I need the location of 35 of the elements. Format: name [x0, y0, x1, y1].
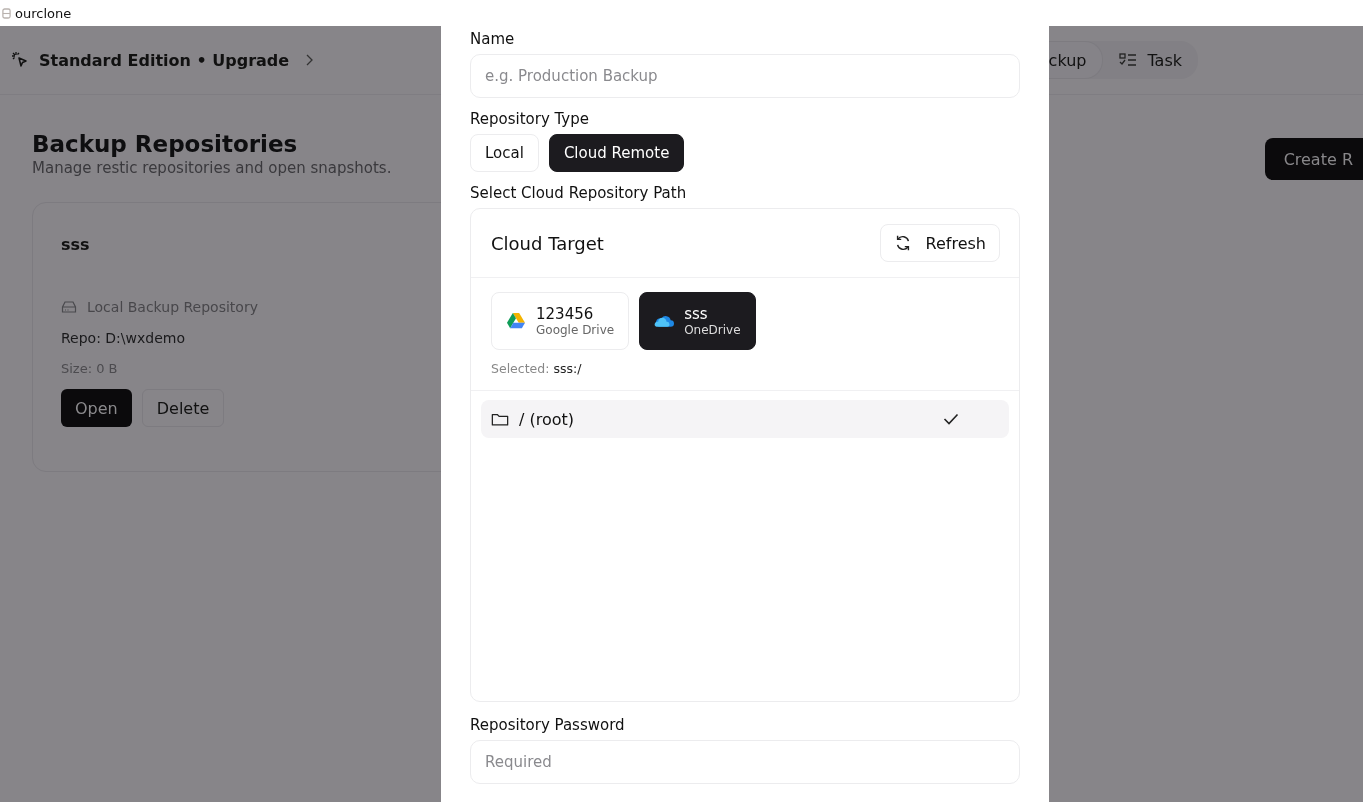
- selected-label: Selected:: [491, 361, 550, 376]
- app-icon: [2, 7, 11, 19]
- page-title: Backup Repositories: [32, 131, 299, 157]
- chevron-right-icon: [305, 54, 314, 66]
- repository-type: Local Backup Repository: [87, 299, 258, 315]
- nav-tab[interactable]: Task: [1103, 42, 1198, 78]
- repository-type-option[interactable]: Local: [470, 134, 539, 172]
- window-title: ourclone: [15, 5, 72, 21]
- field-label: Repository Password: [470, 716, 626, 734]
- page-subtitle: Manage restic repositories and open snapshots.: [32, 159, 392, 177]
- storage-account-card[interactable]: 123456 Google Drive: [491, 292, 630, 350]
- task-list-icon: [1119, 53, 1138, 67]
- checkmark-icon: [943, 413, 959, 425]
- refresh-button[interactable]: Refresh: [879, 224, 1000, 262]
- field-label: Repository Type: [470, 110, 590, 128]
- hard-drive-icon: [61, 300, 77, 314]
- create-repository-button[interactable]: Create R: [1264, 138, 1363, 180]
- selected-path: sss:/: [553, 361, 582, 376]
- drive-triangle-icon: [506, 312, 526, 330]
- repository-size: Size: 0 B: [61, 361, 119, 376]
- field-label: Name: [470, 30, 516, 48]
- repository-path: Repo: D:\wxdemo: [61, 330, 186, 346]
- repository-type-option[interactable]: Cloud Remote: [548, 134, 685, 172]
- storage-account-card[interactable]: sss OneDrive: [639, 292, 756, 350]
- panel-title: Cloud Target: [491, 232, 604, 254]
- folder-row[interactable]: / (root): [481, 400, 1009, 438]
- name-input-field[interactable]: e.g. Production Backup: [470, 54, 1020, 98]
- repository-name: sss: [61, 235, 91, 254]
- password-input-field[interactable]: Required: [470, 740, 1020, 784]
- open-button[interactable]: Open: [61, 389, 132, 427]
- field-label: Select Cloud Repository Path: [470, 184, 688, 202]
- sparkle-cursor-icon: [11, 51, 29, 69]
- folder-icon: [491, 411, 509, 427]
- delete-button[interactable]: Delete: [141, 389, 225, 427]
- edition-link[interactable]: Standard Edition • Upgrade: [39, 50, 290, 70]
